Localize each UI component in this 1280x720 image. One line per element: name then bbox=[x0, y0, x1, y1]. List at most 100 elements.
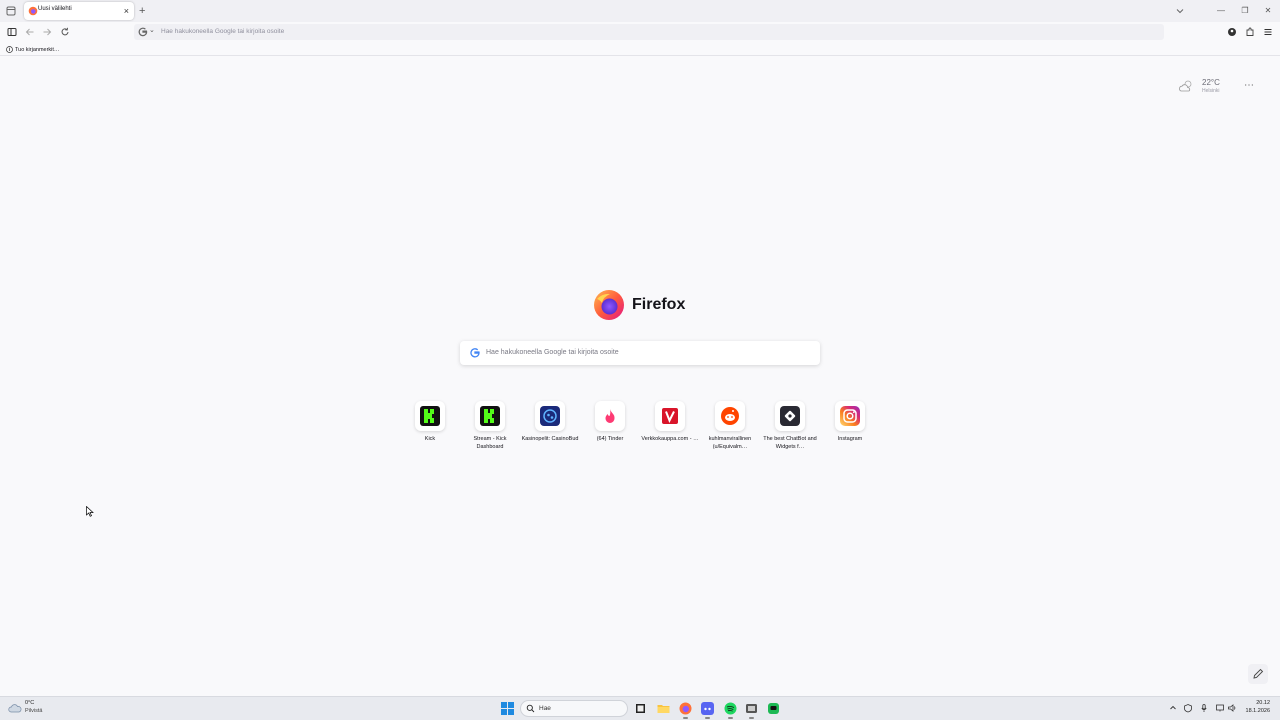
reload-icon[interactable] bbox=[59, 26, 71, 38]
minimize-button[interactable]: — bbox=[1214, 4, 1228, 18]
shortcut-kick-dashboard[interactable]: Stream - Kick Dashboard bbox=[460, 400, 520, 456]
folder-icon bbox=[657, 705, 670, 713]
running-indicator bbox=[749, 717, 754, 719]
chatbot-icon bbox=[780, 406, 800, 426]
shortcut-tile bbox=[775, 401, 805, 431]
tab-overview-icon[interactable] bbox=[4, 4, 18, 18]
chat-app-taskbar-button[interactable] bbox=[766, 701, 781, 716]
more-options-icon[interactable]: ⋯ bbox=[1244, 80, 1254, 91]
task-view-icon bbox=[636, 704, 645, 713]
shortcut-tile bbox=[655, 401, 685, 431]
microphone-icon[interactable] bbox=[1199, 703, 1209, 713]
running-indicator bbox=[728, 717, 733, 719]
shortcut-tile bbox=[715, 401, 745, 431]
windows-taskbar: 0°C Pilvistä Hae 20.12 18.1.2026 bbox=[0, 696, 1280, 720]
cloud-icon[interactable] bbox=[8, 702, 22, 714]
partly-cloudy-icon bbox=[1179, 80, 1192, 92]
weather-temperature: 22°C bbox=[1202, 78, 1220, 87]
running-indicator bbox=[705, 717, 710, 719]
security-icon[interactable] bbox=[1183, 703, 1193, 713]
import-bookmarks-button[interactable]: Tuo kirjanmerkit… bbox=[6, 45, 59, 54]
taskbar-weather-condition: Pilvistä bbox=[25, 708, 43, 714]
sidebar-icon[interactable] bbox=[6, 26, 18, 38]
taskbar-clock-time[interactable]: 20.12 bbox=[1244, 700, 1270, 706]
volume-icon[interactable] bbox=[1227, 703, 1237, 713]
taskbar-temperature: 0°C bbox=[25, 700, 35, 706]
tab-close-button[interactable]: × bbox=[124, 5, 129, 17]
shortcut-verkkokauppa[interactable]: Verkkokauppa.com - … bbox=[640, 400, 700, 456]
reddit-icon bbox=[721, 407, 739, 425]
customize-button[interactable] bbox=[1248, 664, 1268, 684]
url-bar-placeholder: Hae hakukoneella Google tai kirjoita oso… bbox=[161, 28, 285, 35]
tab-title: Uusi välilehti bbox=[38, 6, 72, 12]
discord-taskbar-button[interactable] bbox=[700, 701, 715, 719]
task-view-button[interactable] bbox=[633, 701, 648, 716]
bookmarks-toolbar: Tuo kirjanmerkit… bbox=[0, 42, 1280, 56]
taskbar-search-label: Hae bbox=[539, 705, 551, 712]
google-icon bbox=[470, 348, 480, 358]
search-icon bbox=[526, 704, 535, 713]
spotify-icon bbox=[724, 702, 737, 715]
newtab-search-box[interactable]: Hae hakukoneella Google tai kirjoita oso… bbox=[460, 341, 820, 365]
firefox-taskbar-button[interactable] bbox=[678, 701, 693, 719]
running-indicator bbox=[683, 717, 688, 719]
tab-strip: Uusi välilehti × + — ❐ ✕ bbox=[0, 0, 1280, 22]
menu-icon[interactable] bbox=[1262, 26, 1274, 38]
chevron-up-icon[interactable] bbox=[1168, 703, 1178, 713]
shortcut-label: (64) Tinder bbox=[596, 436, 624, 442]
navigation-toolbar: ⌄ Hae hakukoneella Google tai kirjoita o… bbox=[0, 22, 1280, 42]
back-icon[interactable] bbox=[24, 26, 36, 38]
firefox-logo bbox=[594, 290, 624, 320]
taskbar-clock-date[interactable]: 18.1.2026 bbox=[1238, 708, 1270, 714]
tab-new-tab[interactable]: Uusi välilehti × bbox=[24, 2, 134, 20]
tinder-icon bbox=[605, 409, 615, 423]
import-icon bbox=[6, 46, 13, 53]
firefox-icon bbox=[679, 702, 692, 715]
shortcut-label: Kasinopelit: CasinoBud bbox=[521, 436, 579, 442]
shortcut-reddit[interactable]: kuhlmanvirallinen (u/Equivalm… bbox=[700, 400, 760, 456]
verkkokauppa-icon bbox=[662, 408, 678, 424]
casinobud-icon bbox=[540, 406, 560, 426]
discord-icon bbox=[701, 702, 714, 715]
spotify-taskbar-button[interactable] bbox=[723, 701, 738, 719]
shortcut-tile bbox=[415, 401, 445, 431]
network-icon[interactable] bbox=[1215, 703, 1225, 713]
windows-start-icon[interactable] bbox=[501, 702, 514, 715]
shortcut-casinobud[interactable]: Kasinopelit: CasinoBud bbox=[520, 400, 580, 456]
shortcut-tile bbox=[595, 401, 625, 431]
weather-widget[interactable]: 22°C Helsinki bbox=[1178, 76, 1238, 98]
import-bookmarks-label: Tuo kirjanmerkit… bbox=[15, 46, 60, 53]
instagram-icon bbox=[840, 406, 860, 426]
mouse-cursor-icon bbox=[86, 506, 94, 517]
maximize-button[interactable]: ❐ bbox=[1238, 4, 1252, 18]
close-window-button[interactable]: ✕ bbox=[1261, 4, 1275, 18]
shortcut-chatbot[interactable]: The best ChatBot and Widgets f… bbox=[760, 400, 820, 456]
shortcut-label: Verkkokauppa.com - … bbox=[641, 436, 699, 442]
shortcut-tile bbox=[475, 401, 505, 431]
file-explorer-button[interactable] bbox=[656, 701, 671, 716]
shortcut-tinder[interactable]: (64) Tinder bbox=[580, 400, 640, 456]
kick-icon bbox=[420, 406, 440, 426]
shortcut-tile bbox=[835, 401, 865, 431]
shortcut-label: The best ChatBot and Widgets f… bbox=[763, 436, 817, 450]
forward-icon[interactable] bbox=[41, 26, 53, 38]
google-icon[interactable] bbox=[138, 27, 148, 37]
app-icon bbox=[746, 704, 757, 713]
shortcut-label: Kick bbox=[424, 436, 436, 442]
shortcut-instagram[interactable]: Instagram bbox=[820, 400, 880, 456]
url-bar[interactable]: ⌄ Hae hakukoneella Google tai kirjoita o… bbox=[134, 24, 1164, 40]
extensions-icon[interactable] bbox=[1244, 26, 1256, 38]
game-app-taskbar-button[interactable] bbox=[744, 701, 759, 719]
chevron-down-icon[interactable] bbox=[1174, 5, 1186, 17]
shortcut-label: kuhlmanvirallinen (u/Equivalm… bbox=[708, 436, 752, 450]
taskbar-search[interactable]: Hae bbox=[520, 700, 628, 717]
search-engine-dropdown-icon[interactable]: ⌄ bbox=[149, 26, 155, 34]
account-icon[interactable] bbox=[1226, 26, 1238, 38]
kick-dashboard-icon bbox=[480, 406, 500, 426]
new-tab-button[interactable]: + bbox=[139, 4, 145, 18]
shortcut-label: Stream - Kick Dashboard bbox=[473, 436, 507, 450]
pencil-icon bbox=[1253, 668, 1264, 679]
firefox-wordmark: Firefox bbox=[632, 296, 686, 313]
weather-location: Helsinki bbox=[1202, 88, 1220, 94]
shortcut-kick[interactable]: Kick bbox=[400, 400, 460, 456]
